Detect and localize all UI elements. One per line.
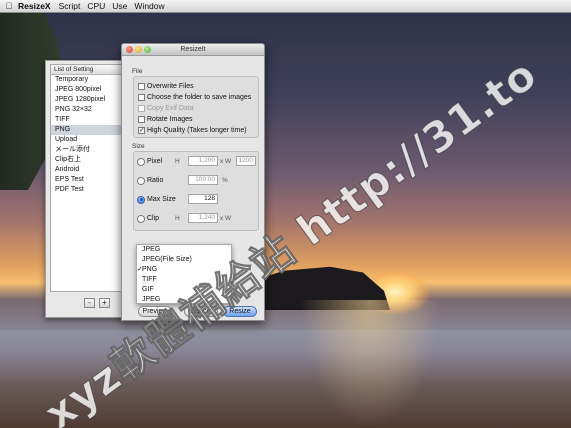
sun-reflection <box>300 300 440 428</box>
pixel-width-field[interactable]: 1200 <box>236 156 256 166</box>
clip-h-label: H <box>175 215 180 222</box>
settings-list: List of Setting Temporary JPEG 800pixel JP… <box>50 64 123 292</box>
copy-exif-option: Copy Exif Data <box>138 103 194 113</box>
rotate-images-option[interactable]: Rotate Images <box>138 114 193 124</box>
copy-exif-label: Copy Exif Data <box>147 104 194 112</box>
rotate-images-checkbox[interactable] <box>138 115 145 123</box>
menu-cpu[interactable]: CPU <box>87 1 105 11</box>
size-section-label: Size <box>132 143 145 150</box>
file-section-label: File <box>132 68 143 75</box>
add-setting-button[interactable]: + <box>99 298 110 308</box>
menu-app-name[interactable]: ResizeX <box>18 1 51 11</box>
copy-exif-checkbox <box>138 104 145 112</box>
settings-list-item[interactable]: PNG 32×32 <box>51 105 122 115</box>
overwrite-files-label: Overwrite Files <box>147 82 194 90</box>
settings-list-item[interactable]: PNG <box>51 125 122 135</box>
checkmark-icon: ✓ <box>137 266 143 273</box>
settings-list-item[interactable]: JPEG 1280pixel <box>51 95 122 105</box>
choose-folder-label: Choose the folder to save images <box>147 93 252 101</box>
pixel-radio[interactable] <box>137 157 145 166</box>
settings-list-item[interactable]: JPEG 800pixel <box>51 85 122 95</box>
ratio-radio[interactable] <box>137 176 145 185</box>
apple-menu-icon[interactable]:  <box>0 1 18 11</box>
settings-list-item[interactable]: Upload <box>51 135 122 145</box>
pixel-label: Pixel <box>147 158 163 165</box>
max-size-option[interactable]: Max Size <box>137 194 176 205</box>
resize-window-titlebar[interactable]: ResizeIt <box>122 44 264 56</box>
menu-use[interactable]: Use <box>112 1 127 11</box>
max-size-radio[interactable] <box>137 195 145 204</box>
settings-list-item[interactable]: Temporary <box>51 75 122 85</box>
clip-height-field[interactable]: 1,240 <box>188 213 218 223</box>
remove-setting-button[interactable]: - <box>84 298 95 308</box>
high-quality-option[interactable]: ✓ High Quality (Takes longer time) <box>138 125 247 135</box>
format-menu-item-label: JPEG <box>142 246 161 253</box>
format-menu-item-label: PNG <box>142 266 158 273</box>
settings-list-window: List of Setting Temporary JPEG 800pixel JP… <box>45 60 127 318</box>
clip-radio[interactable] <box>137 214 145 223</box>
format-menu-item-label: GIF <box>142 286 154 293</box>
high-quality-checkbox[interactable]: ✓ <box>138 126 145 134</box>
pixel-height-field[interactable]: 1,200 <box>188 156 218 166</box>
overwrite-files-checkbox[interactable] <box>138 82 145 90</box>
clip-label: Clip <box>147 215 160 222</box>
pixel-x-label: x W <box>220 158 232 165</box>
settings-list-item[interactable]: Android <box>51 165 122 175</box>
choose-folder-option[interactable]: Choose the folder to save images <box>138 92 251 102</box>
file-options-group: Overwrite Files Choose the folder to sav… <box>133 76 259 138</box>
max-size-label: Max Size <box>147 196 176 203</box>
size-options-group: Pixel H 1,200 x W 1200 Ratio 100.00 % Ma… <box>133 151 259 231</box>
ratio-field[interactable]: 100.00 <box>188 175 218 185</box>
settings-list-item[interactable]: Clip右上 <box>51 155 122 165</box>
format-menu-item-label: TIFF <box>142 276 157 283</box>
ratio-option[interactable]: Ratio <box>137 175 163 186</box>
overwrite-files-option[interactable]: Overwrite Files <box>138 81 194 91</box>
menu-bar:  ResizeX Script CPU Use Window <box>0 0 571 13</box>
ratio-label: Ratio <box>147 177 164 184</box>
max-size-field[interactable]: 128 <box>188 194 218 204</box>
settings-list-item[interactable]: TIFF <box>51 115 122 125</box>
settings-list-header[interactable]: List of Setting <box>51 65 122 75</box>
window-title: ResizeIt <box>180 46 206 53</box>
format-menu-item[interactable]: JPEG <box>137 245 231 255</box>
ratio-unit-label: % <box>222 177 228 184</box>
high-quality-label: High Quality (Takes longer time) <box>147 126 247 134</box>
clip-option[interactable]: Clip <box>137 213 159 224</box>
menu-script[interactable]: Script <box>59 1 81 11</box>
settings-list-item[interactable]: PDF Test <box>51 185 122 195</box>
settings-items: Temporary JPEG 800pixel JPEG 1280pixel PNG … <box>51 75 122 195</box>
pixel-h-label: H <box>175 158 180 165</box>
format-menu-item-label: JPEG(File Size) <box>142 256 192 263</box>
settings-list-item[interactable]: EPS Test <box>51 175 122 185</box>
pixel-option[interactable]: Pixel <box>137 156 162 167</box>
choose-folder-checkbox[interactable] <box>138 93 145 101</box>
clip-x-label: x W <box>220 215 232 222</box>
rotate-images-label: Rotate Images <box>147 115 193 123</box>
settings-list-item[interactable]: メール添付 <box>51 145 122 155</box>
menu-window[interactable]: Window <box>134 1 164 11</box>
